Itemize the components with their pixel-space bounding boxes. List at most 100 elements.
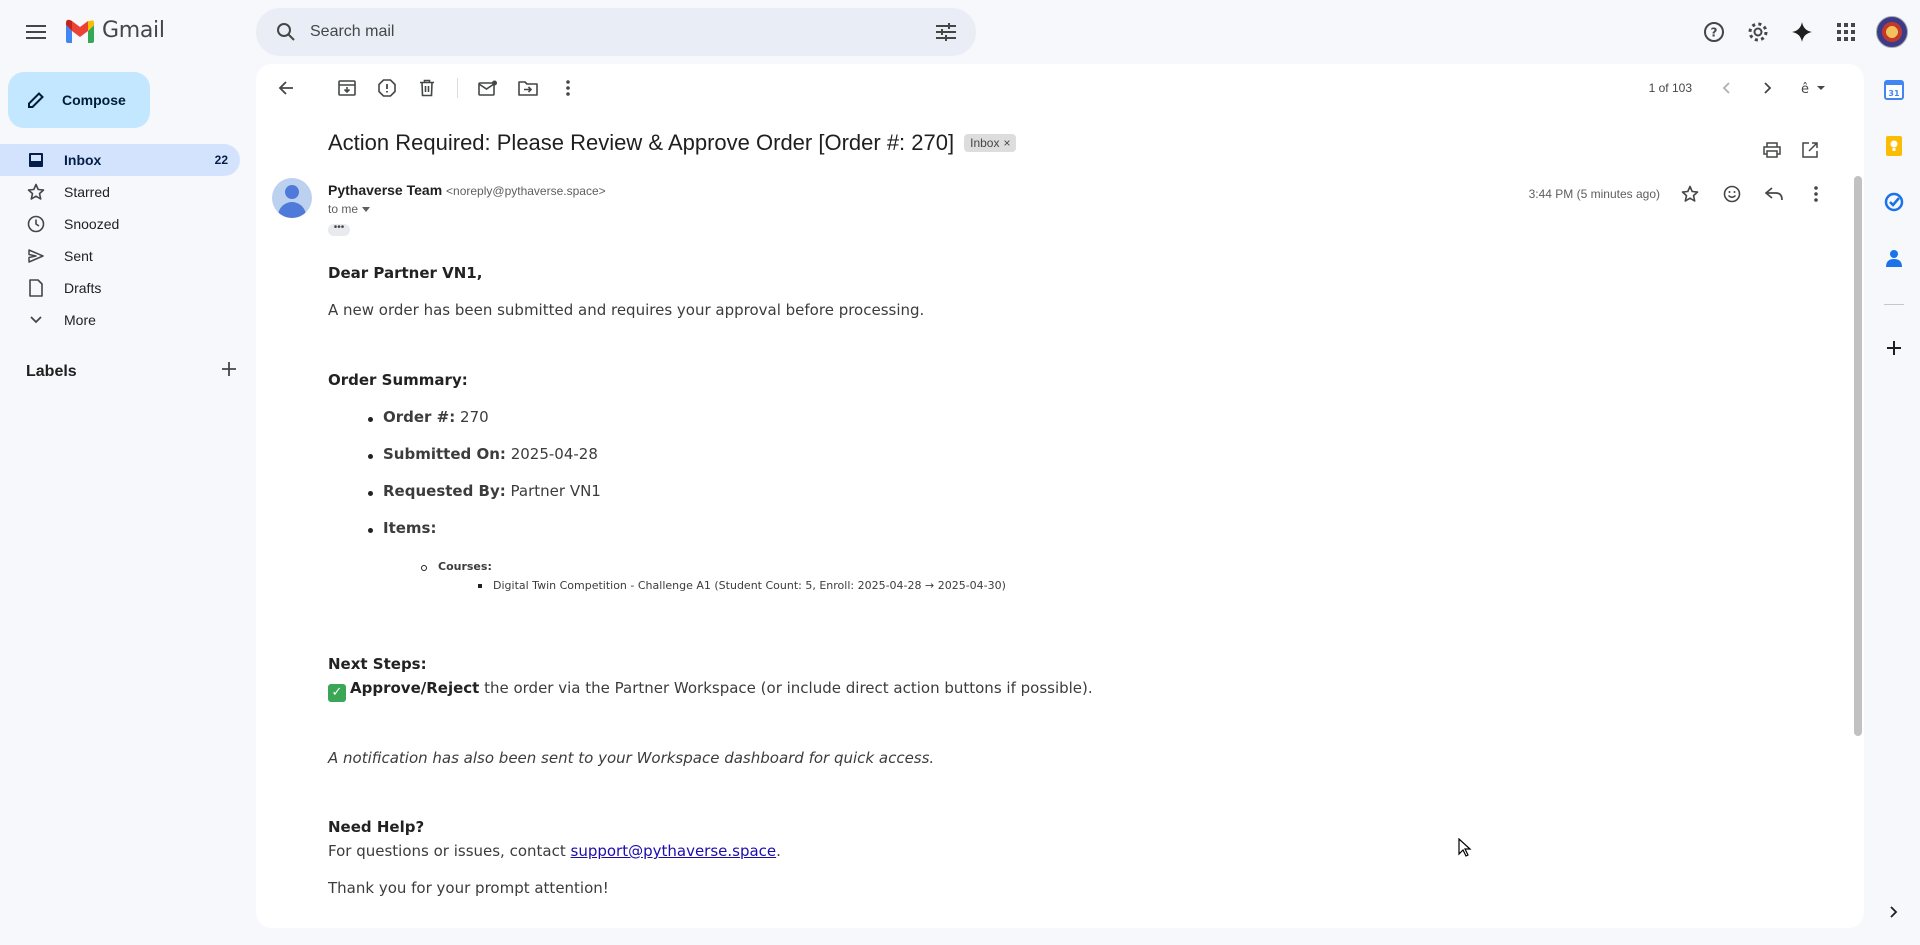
- greeting: Dear Partner VN1,: [328, 264, 483, 282]
- subject-row: Action Required: Please Review & Approve…: [328, 130, 1017, 156]
- support-button[interactable]: ?: [1694, 12, 1734, 52]
- reply-icon: [1765, 187, 1783, 201]
- sidebar-item-sent[interactable]: Sent: [0, 240, 240, 272]
- compose-button[interactable]: Compose: [8, 72, 150, 128]
- support-email-link[interactable]: support@pythaverse.space: [571, 842, 777, 860]
- more-vert-icon: [566, 80, 570, 96]
- delete-button[interactable]: [407, 68, 447, 108]
- more-actions-button[interactable]: [548, 68, 588, 108]
- account-avatar[interactable]: [1876, 16, 1908, 48]
- chevron-left-icon: [1722, 82, 1730, 94]
- inbox-label-chip[interactable]: Inbox ×: [964, 134, 1017, 152]
- svg-text:ê: ê: [1801, 82, 1809, 95]
- contacts-button[interactable]: [1878, 242, 1910, 274]
- back-button[interactable]: [266, 68, 306, 108]
- send-icon: [26, 246, 46, 266]
- email-subject: Action Required: Please Review & Approve…: [328, 130, 955, 155]
- chevron-right-icon: [1764, 82, 1772, 94]
- sender-avatar[interactable]: [272, 178, 312, 218]
- reply-button[interactable]: [1754, 174, 1794, 214]
- help-text: For questions or issues, contact support…: [328, 842, 781, 860]
- scrollbar[interactable]: [1852, 112, 1864, 928]
- archive-button[interactable]: [327, 68, 367, 108]
- pagination-count: 1 of 103: [1648, 81, 1692, 95]
- scrollbar-thumb[interactable]: [1854, 176, 1862, 736]
- svg-text:31: 31: [1888, 89, 1900, 98]
- labels-title: Labels: [26, 362, 77, 380]
- bullet-marker: [478, 584, 482, 588]
- print-button[interactable]: [1754, 132, 1790, 168]
- chip-label: Inbox: [970, 136, 1000, 150]
- person-head: [285, 185, 299, 199]
- sidebar-item-drafts[interactable]: Drafts: [0, 272, 240, 304]
- plus-icon: [1887, 341, 1901, 355]
- chevron-down-icon: [26, 310, 46, 330]
- approve-line: ✓ Approve/Reject the order via the Partne…: [328, 679, 1093, 702]
- sender-name[interactable]: Pythaverse Team: [328, 182, 442, 198]
- archive-icon: [338, 80, 356, 96]
- notification-text: A notification has also been sent to you…: [328, 749, 935, 767]
- submitted-on-item: Submitted On: 2025-04-28: [383, 445, 598, 463]
- star-outline-icon: [1681, 185, 1699, 202]
- message-more-button[interactable]: [1796, 174, 1836, 214]
- help-icon: ?: [1704, 22, 1724, 42]
- tasks-icon: [1884, 192, 1904, 212]
- bullet-marker: [421, 565, 427, 571]
- create-label-button[interactable]: [222, 362, 236, 381]
- keep-button[interactable]: [1878, 130, 1910, 162]
- order-number-item: Order #: 270: [383, 408, 489, 426]
- top-bar: Gmail Search mail ?: [0, 0, 1920, 64]
- newer-button[interactable]: [1706, 68, 1746, 108]
- recipient-details[interactable]: to me: [328, 202, 371, 216]
- get-addons-button[interactable]: [1878, 332, 1910, 364]
- search-icon: [277, 23, 295, 41]
- draft-icon: [26, 278, 46, 298]
- apps-button[interactable]: [1826, 12, 1866, 52]
- search-bar[interactable]: Search mail: [256, 8, 976, 56]
- main-menu-button[interactable]: [16, 16, 56, 48]
- calendar-button[interactable]: 31: [1878, 74, 1910, 106]
- hide-side-panel-button[interactable]: [1878, 896, 1910, 928]
- add-reaction-button[interactable]: [1712, 174, 1752, 214]
- search-options-button[interactable]: [926, 12, 966, 52]
- search-button[interactable]: [262, 8, 310, 56]
- show-trimmed-content-button[interactable]: •••: [328, 223, 350, 236]
- sidebar-item-label: More: [64, 312, 96, 328]
- sidebar-nav: Inbox 22 Starred Snoozed Sent Drafts Mor…: [0, 144, 256, 336]
- sidebar-item-snoozed[interactable]: Snoozed: [0, 208, 240, 240]
- sidebar-item-inbox[interactable]: Inbox 22: [0, 144, 240, 176]
- input-tools-icon: ê: [1801, 82, 1825, 95]
- mark-unread-button[interactable]: [468, 68, 508, 108]
- remove-label-button[interactable]: ×: [1003, 136, 1010, 150]
- pagination: 1 of 103 ê: [1649, 68, 1838, 108]
- folder-move-icon: [518, 81, 538, 96]
- more-vert-icon: [1814, 186, 1818, 202]
- sidebar-item-starred[interactable]: Starred: [0, 176, 240, 208]
- open-new-window-button[interactable]: [1792, 132, 1828, 168]
- tasks-button[interactable]: [1878, 186, 1910, 218]
- star-button[interactable]: [1670, 174, 1710, 214]
- sender-info: Pythaverse Team <noreply@pythaverse.spac…: [328, 182, 606, 198]
- input-tools-button[interactable]: ê: [1790, 68, 1838, 108]
- summary-heading: Order Summary:: [328, 371, 468, 389]
- report-spam-button[interactable]: [367, 68, 407, 108]
- trash-icon: [420, 79, 434, 97]
- search-input[interactable]: Search mail: [310, 23, 926, 41]
- labels-header: Labels: [26, 362, 236, 381]
- toolbar-divider: [457, 78, 458, 98]
- gemini-button[interactable]: [1782, 12, 1822, 52]
- message-meta: 3:44 PM (5 minutes ago): [1529, 174, 1836, 214]
- emoji-icon: [1723, 185, 1741, 203]
- person-body: [278, 202, 306, 218]
- sender-email: <noreply@pythaverse.space>: [446, 184, 606, 198]
- sidebar-item-label: Snoozed: [64, 216, 120, 232]
- gmail-logo[interactable]: Gmail: [64, 18, 165, 43]
- chevron-right-icon: [1890, 906, 1898, 918]
- star-icon: [26, 182, 46, 202]
- move-to-button[interactable]: [508, 68, 548, 108]
- thanks-text: Thank you for your prompt attention!: [328, 879, 609, 897]
- sidebar-item-more[interactable]: More: [0, 304, 240, 336]
- older-button[interactable]: [1748, 68, 1788, 108]
- side-panel: 31: [1868, 64, 1920, 945]
- settings-button[interactable]: [1738, 12, 1778, 52]
